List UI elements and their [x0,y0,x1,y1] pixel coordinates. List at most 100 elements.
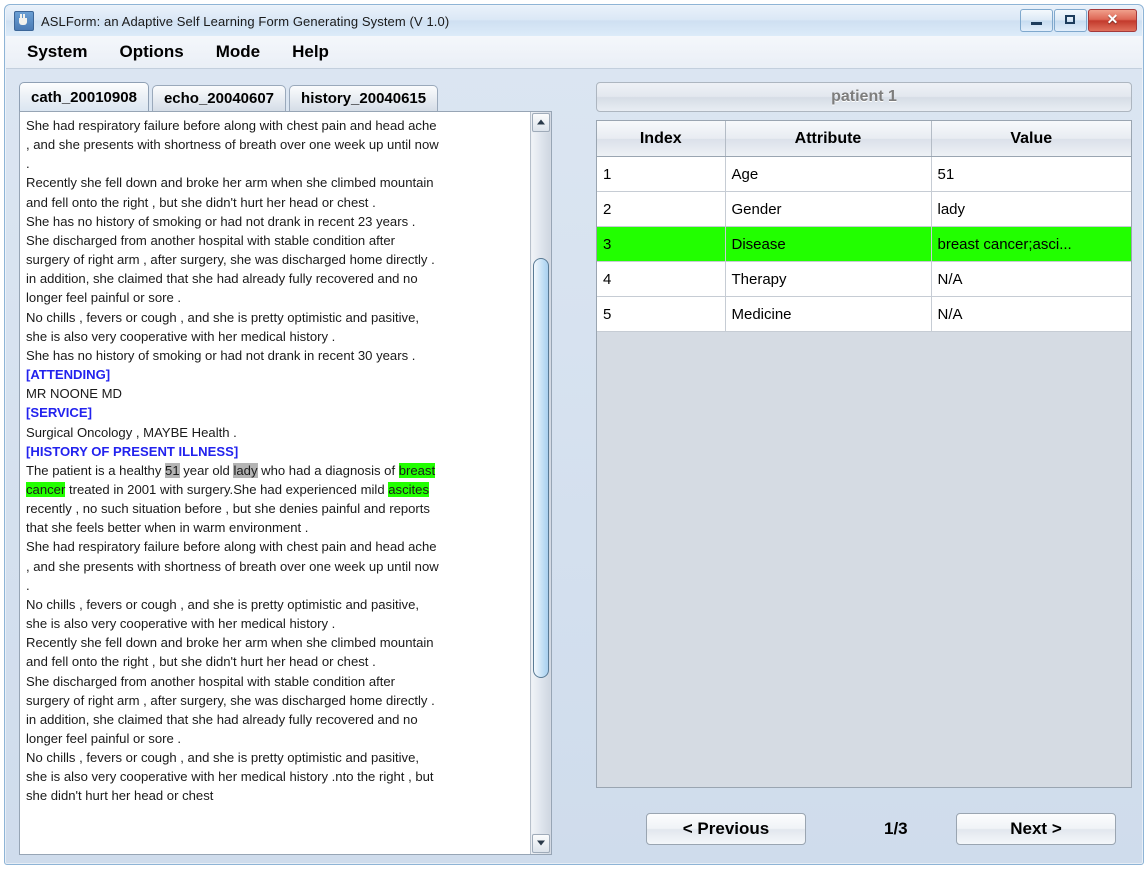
document-line: [HISTORY OF PRESENT ILLNESS] [26,442,526,461]
window-controls: ✕ [1020,9,1137,32]
document-line: and fell onto the right , but she didn't… [26,193,526,212]
cell-value: 51 [931,157,1131,192]
document-line: . [26,154,526,173]
navigation-row: < Previous 1/3 Next > [596,807,1132,851]
highlight-green: cancer [26,482,65,497]
highlight-gray: lady [233,463,257,478]
document-line: recently , no such situation before , bu… [26,499,526,518]
document-line: surgery of right arm , after surgery, sh… [26,691,526,710]
page-indicator: 1/3 [884,819,908,839]
document-line: Recently she fell down and broke her arm… [26,173,526,192]
main-content: cath_20010908 echo_20040607 history_2004… [6,68,1142,863]
document-text: She had respiratory failure before along… [20,112,530,854]
menu-item-options[interactable]: Options [116,40,186,64]
document-line: in addition, she claimed that she had al… [26,710,526,729]
document-line: . [26,576,526,595]
attributes-table: Index Attribute Value 1Age512Genderlady3… [597,121,1131,332]
table-body: 1Age512Genderlady3Diseasebreast cancer;a… [597,157,1131,332]
document-line: longer feel painful or sore . [26,729,526,748]
text-segment: year old [180,463,234,478]
window-title: ASLForm: an Adaptive Self Learning Form … [41,14,449,29]
cell-attribute: Therapy [725,262,931,297]
minimize-icon [1031,22,1042,25]
scroll-down-arrow-icon[interactable] [532,834,550,853]
document-line: longer feel painful or sore . [26,288,526,307]
cell-attribute: Gender [725,192,931,227]
document-line: She has no history of smoking or had not… [26,346,526,365]
menu-item-mode[interactable]: Mode [213,40,263,64]
document-line: she didn't hurt her head or chest [26,786,526,805]
document-line: No chills , fevers or cough , and she is… [26,308,526,327]
next-button[interactable]: Next > [956,813,1116,845]
document-line: Surgical Oncology , MAYBE Health . [26,423,526,442]
menu-bar: System Options Mode Help [6,36,1142,69]
table-row[interactable]: 1Age51 [597,157,1131,192]
document-line: cancer treated in 2001 with surgery.She … [26,480,526,499]
column-header-index[interactable]: Index [597,121,725,157]
cell-index: 2 [597,192,725,227]
document-line: She discharged from another hospital wit… [26,672,526,691]
text-segment: The patient is a healthy [26,463,165,478]
document-line: , and she presents with shortness of bre… [26,557,526,576]
document-line: No chills , fevers or cough , and she is… [26,595,526,614]
document-line: She has no history of smoking or had not… [26,212,526,231]
scrollbar-thumb[interactable] [533,258,549,678]
close-button[interactable]: ✕ [1088,9,1137,32]
document-line: , and she presents with shortness of bre… [26,135,526,154]
attributes-pane: patient 1 Index Attribute Value 1Age512G… [596,82,1132,855]
document-line: [ATTENDING] [26,365,526,384]
cell-value: lady [931,192,1131,227]
document-line: [SERVICE] [26,403,526,422]
document-pane: cath_20010908 echo_20040607 history_2004… [19,82,552,855]
tab-strip: cath_20010908 echo_20040607 history_2004… [19,82,552,111]
attributes-table-container: Index Attribute Value 1Age512Genderlady3… [596,120,1132,788]
document-line: she is also very cooperative with her me… [26,767,526,786]
cell-index: 5 [597,297,725,332]
column-header-value[interactable]: Value [931,121,1131,157]
vertical-scrollbar[interactable] [530,112,551,854]
document-line: No chills , fevers or cough , and she is… [26,748,526,767]
application-window: ASLForm: an Adaptive Self Learning Form … [4,4,1144,865]
patient-header: patient 1 [596,82,1132,112]
cell-index: 4 [597,262,725,297]
document-line: The patient is a healthy 51 year old lad… [26,461,526,480]
previous-button[interactable]: < Previous [646,813,806,845]
document-line: she is also very cooperative with her me… [26,327,526,346]
minimize-button[interactable] [1020,9,1053,32]
column-header-attribute[interactable]: Attribute [725,121,931,157]
document-text-panel[interactable]: She had respiratory failure before along… [19,111,552,855]
cell-attribute: Age [725,157,931,192]
scroll-up-arrow-icon[interactable] [532,113,550,132]
maximize-icon [1065,15,1075,24]
highlight-green: ascites [388,482,429,497]
tab-echo-20040607[interactable]: echo_20040607 [152,85,286,111]
tab-history-20040615[interactable]: history_20040615 [289,85,438,111]
highlight-gray: 51 [165,463,180,478]
document-line: and fell onto the right , but she didn't… [26,652,526,671]
document-line: She had respiratory failure before along… [26,116,526,135]
table-row[interactable]: 4TherapyN/A [597,262,1131,297]
document-line: She discharged from another hospital wit… [26,231,526,250]
cell-attribute: Medicine [725,297,931,332]
title-bar: ASLForm: an Adaptive Self Learning Form … [6,6,1142,36]
menu-item-help[interactable]: Help [289,40,332,64]
document-line: that she feels better when in warm envir… [26,518,526,537]
scrollbar-track[interactable] [532,133,550,833]
cell-value: breast cancer;asci... [931,227,1131,262]
table-header-row: Index Attribute Value [597,121,1131,157]
tab-cath-20010908[interactable]: cath_20010908 [19,82,149,111]
cell-index: 1 [597,157,725,192]
cell-value: N/A [931,297,1131,332]
document-line: MR NOONE MD [26,384,526,403]
document-line: She had respiratory failure before along… [26,537,526,556]
highlight-green: breast [399,463,435,478]
document-line: in addition, she claimed that she had al… [26,269,526,288]
document-line: surgery of right arm , after surgery, sh… [26,250,526,269]
table-row[interactable]: 3Diseasebreast cancer;asci... [597,227,1131,262]
close-icon: ✕ [1089,10,1136,31]
text-segment: treated in 2001 with surgery.She had exp… [65,482,388,497]
maximize-button[interactable] [1054,9,1087,32]
table-row[interactable]: 2Genderlady [597,192,1131,227]
menu-item-system[interactable]: System [24,40,90,64]
table-row[interactable]: 5MedicineN/A [597,297,1131,332]
